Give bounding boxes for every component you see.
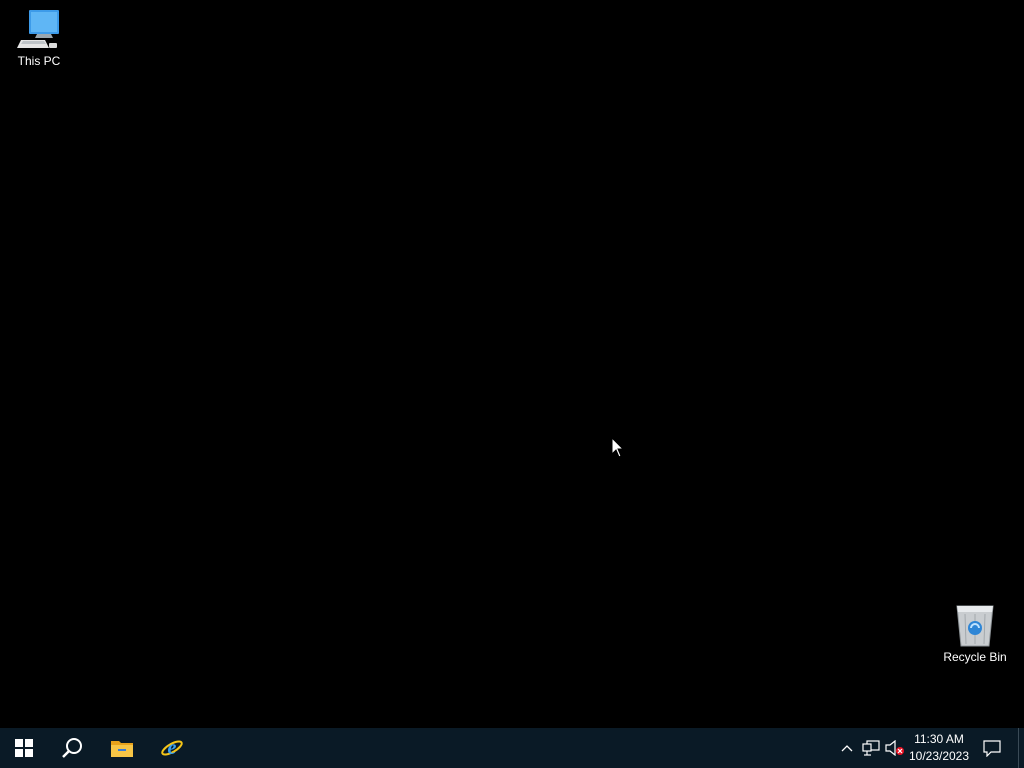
desktop[interactable]: This PC Recycle Bin [0, 0, 1024, 728]
recycle-bin-icon [956, 605, 994, 647]
volume-tray-button[interactable] [884, 728, 906, 768]
action-center-button[interactable] [978, 728, 1006, 768]
notification-icon [983, 740, 1001, 757]
windows-start-icon [15, 739, 33, 757]
clock-date: 10/23/2023 [908, 749, 970, 763]
search-icon [62, 738, 82, 758]
show-desktop-button[interactable] [1018, 728, 1024, 768]
svg-text:e: e [168, 737, 177, 759]
file-explorer-icon [111, 741, 133, 757]
taskbar-clock[interactable]: 11:30 AM 10/23/2023 [906, 728, 972, 768]
desktop-icon-this-pc[interactable]: This PC [1, 8, 77, 68]
show-hidden-icons-button[interactable] [836, 728, 858, 768]
search-button[interactable] [48, 728, 96, 768]
network-tray-button[interactable] [860, 728, 882, 768]
chevron-up-icon [841, 745, 853, 752]
volume-muted-icon [885, 740, 904, 756]
clock-time: 11:30 AM [914, 732, 964, 746]
network-icon [862, 740, 880, 756]
internet-explorer-button[interactable]: e [148, 728, 196, 768]
this-pc-icon [17, 10, 59, 48]
desktop-icon-recycle-bin[interactable]: Recycle Bin [937, 602, 1013, 664]
desktop-icon-label: Recycle Bin [943, 650, 1007, 664]
file-explorer-button[interactable] [98, 728, 146, 768]
desktop-icon-label: This PC [17, 54, 61, 68]
mouse-cursor-icon [611, 437, 625, 458]
start-button[interactable] [0, 728, 48, 768]
internet-explorer-icon: e [161, 737, 183, 759]
taskbar: e 11:30 AM 10/23/2023 [0, 728, 1024, 768]
